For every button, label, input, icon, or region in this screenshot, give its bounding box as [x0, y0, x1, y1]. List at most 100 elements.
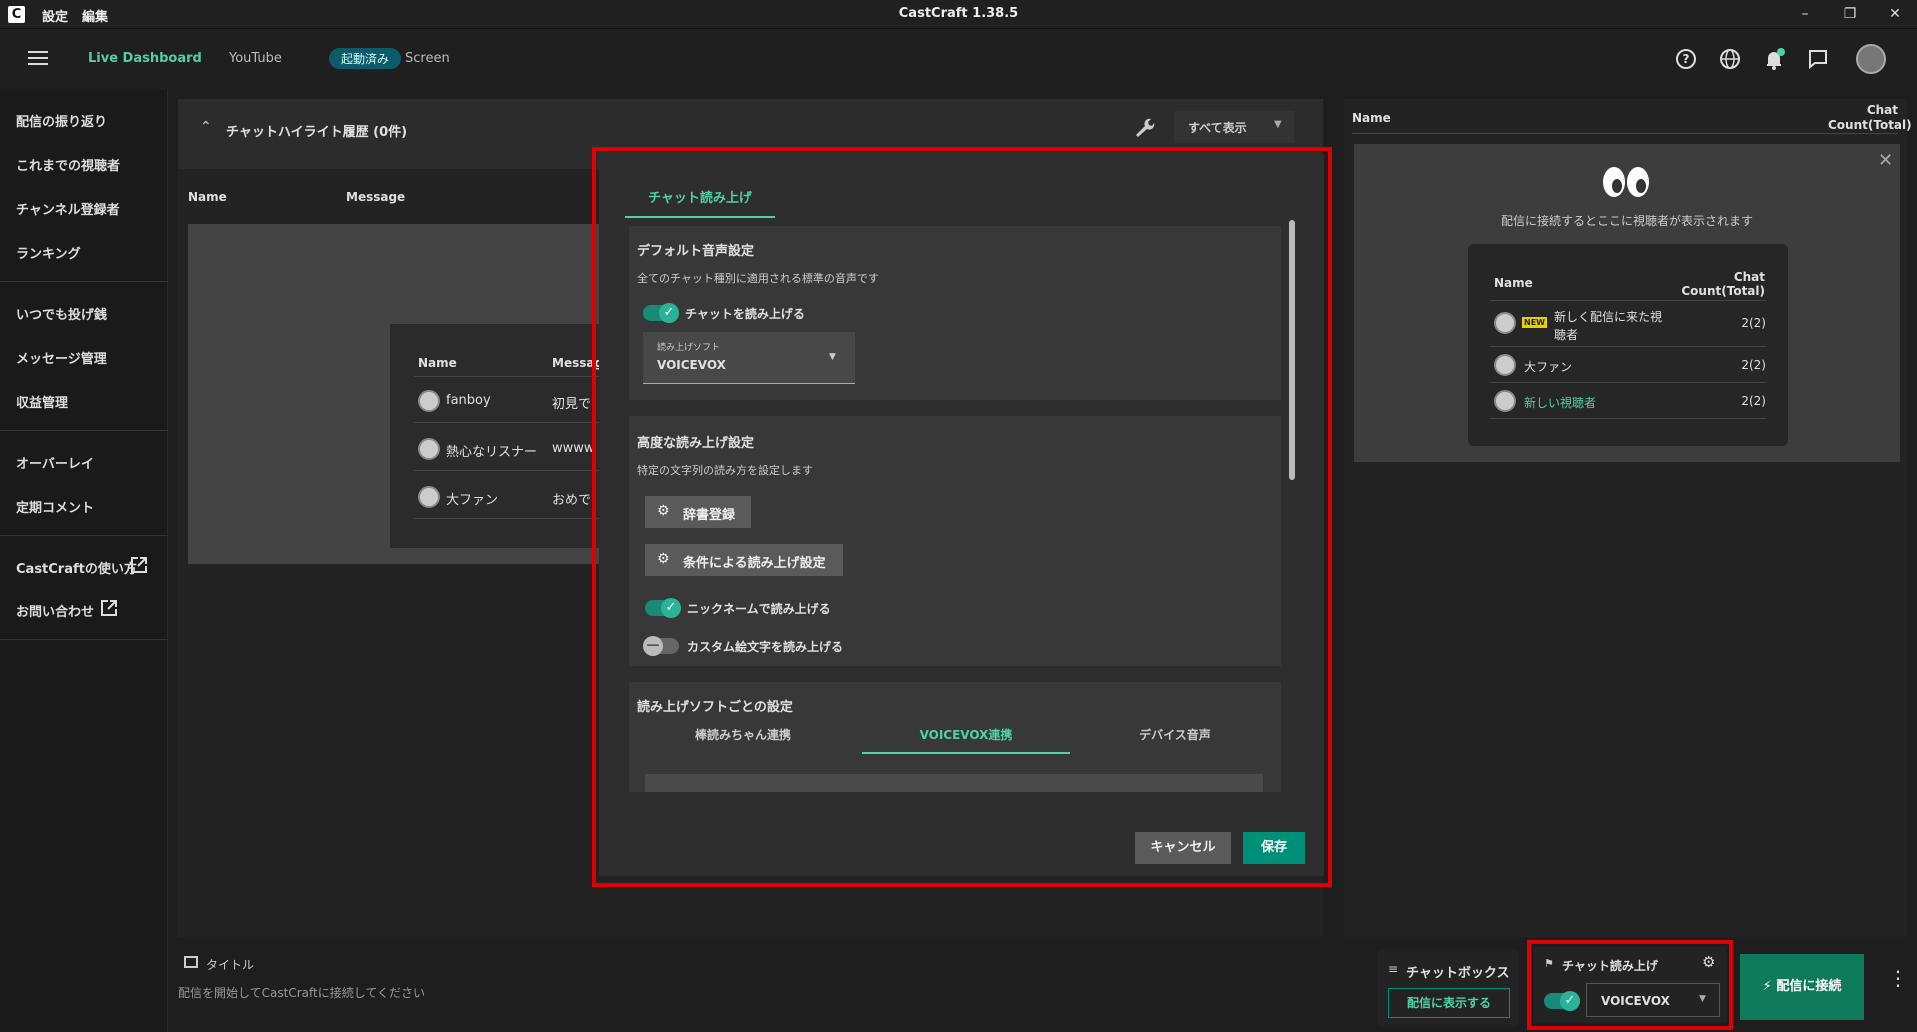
connect-stream-label: 配信に接続 — [1776, 979, 1842, 994]
chat-row-message: おめで — [552, 493, 592, 508]
window-title: CastCraft 1.38.5 — [898, 6, 1019, 21]
chat-row-name: 大ファン — [446, 493, 499, 508]
viewer-count: 2(2) — [1741, 316, 1766, 330]
tts-software-dropdown[interactable]: VOICEVOX ▼ — [1586, 983, 1720, 1017]
viewer-name: 新しく配信に来た視聴者 — [1554, 310, 1663, 342]
chat-row-name: fanboy — [446, 393, 491, 408]
tab-screen[interactable]: Screen — [405, 51, 450, 66]
user-avatar[interactable] — [1856, 44, 1886, 74]
divider — [1352, 133, 1898, 134]
sidebar-item-subscribers[interactable]: チャンネル登録者 — [16, 199, 120, 218]
gear-icon[interactable]: ⚙ — [1702, 953, 1715, 971]
check-icon: ✓ — [661, 598, 681, 618]
col-message: Message — [346, 190, 406, 204]
hamburger-icon[interactable] — [28, 51, 48, 65]
chat-icon[interactable] — [1806, 48, 1830, 72]
save-button[interactable]: 保存 — [1243, 832, 1305, 864]
minimize-icon[interactable]: – — [1787, 3, 1823, 25]
conditional-tts-button[interactable]: ⚙ 条件による読み上げ設定 — [645, 544, 843, 576]
viewers-col-count: Chat Count(Total) — [1828, 103, 1912, 132]
close-icon[interactable]: ✕ — [1877, 3, 1913, 25]
check-icon: ✓ — [659, 303, 679, 323]
tab-bouyomi[interactable]: 棒読みちゃん連携 — [639, 726, 847, 743]
demo-viewers-col-count: Chat Count(Total) — [1681, 270, 1765, 298]
tab-live-dashboard[interactable]: Live Dashboard — [88, 51, 202, 66]
tts-widget: ⚑ チャット読み上げ ⚙ ✓ VOICEVOX ▼ — [1534, 947, 1726, 1023]
chevron-up-icon[interactable]: ⌃ — [200, 119, 212, 135]
tab-youtube[interactable]: YouTube — [229, 51, 282, 66]
sidebar-item-periodic-comment[interactable]: 定期コメント — [16, 497, 94, 516]
close-icon[interactable]: ✕ — [1878, 150, 1893, 171]
viewer-name: 大ファン — [1524, 360, 1573, 374]
help-icon[interactable]: ? — [1674, 48, 1698, 72]
divider — [0, 535, 168, 536]
default-voice-title: デフォルト音声設定 — [637, 244, 755, 259]
divider — [0, 430, 168, 431]
select-label: 読み上げソフト — [657, 343, 721, 353]
show-all-select[interactable]: すべて表示 ▼ — [1174, 111, 1294, 143]
sidebar-item-past-viewers[interactable]: これまでの視聴者 — [16, 155, 120, 174]
col-name: Name — [188, 190, 227, 204]
avatar — [1494, 390, 1516, 412]
sidebar-item-anytime-tip[interactable]: いつでも投げ銭 — [16, 304, 107, 323]
caret-down-icon: ▼ — [1274, 119, 1282, 130]
viewer-name: 新しい視聴者 — [1524, 396, 1597, 410]
demo-col-name: Name — [418, 356, 457, 370]
avatar — [418, 438, 440, 460]
top-nav: Live Dashboard YouTube 起動済み Screen ? — [0, 29, 1917, 89]
show-on-stream-button[interactable]: 配信に表示する — [1388, 988, 1510, 1018]
tab-device-voice[interactable]: デバイス音声 — [1071, 726, 1279, 743]
title-label: タイトル — [206, 958, 255, 972]
sidebar-item-messages[interactable]: メッセージ管理 — [16, 348, 107, 367]
default-voice-desc: 全てのチャット種別に適用される標準の音声です — [637, 272, 879, 285]
tab-tts[interactable]: チャット読み上げ — [625, 187, 775, 206]
more-vert-icon[interactable]: ⋮ — [1888, 968, 1908, 988]
flag-icon: ⚑ — [1544, 957, 1554, 970]
connect-stream-button[interactable]: ⚡ 配信に接続 — [1740, 954, 1864, 1020]
emoji-label: カスタム絵文字を読み上げる — [687, 640, 844, 654]
bolt-icon: ⚡ — [1762, 979, 1772, 994]
viewer-count: 2(2) — [1741, 394, 1766, 408]
divider — [1490, 346, 1766, 347]
globe-icon[interactable] — [1718, 48, 1742, 72]
chat-row-name: 熱心なリスナー — [446, 445, 538, 460]
sidebar-item-review[interactable]: 配信の振り返り — [16, 111, 107, 130]
emoji-toggle[interactable]: — — [643, 636, 679, 656]
sidebar-item-overlay[interactable]: オーバーレイ — [16, 453, 94, 472]
software-settings-card: 読み上げソフトごとの設定 棒読みちゃん連携 VOICEVOX連携 デバイス音声 — [629, 682, 1281, 792]
sidebar-item-revenue[interactable]: 収益管理 — [16, 392, 68, 411]
chatbox-label: チャットボックス — [1406, 966, 1510, 981]
dictionary-button-label: 辞書登録 — [683, 508, 736, 523]
tab-indicator — [862, 752, 1070, 754]
avatar — [1494, 354, 1516, 376]
wrench-icon[interactable] — [1132, 115, 1156, 139]
gear-icon: ⚙ — [657, 551, 670, 567]
viewers-panel: Name Chat Count(Total) ✕ 配信に接続するとここに視聴者が… — [1344, 99, 1912, 937]
empty-state-card: ✕ 配信に接続するとここに視聴者が表示されます Name Chat Count(… — [1354, 144, 1900, 462]
avatar — [418, 486, 440, 508]
dictionary-button[interactable]: ⚙ 辞書登録 — [645, 496, 751, 528]
nickname-toggle[interactable]: ✓ — [645, 598, 681, 618]
scrollbar[interactable] — [1289, 220, 1295, 480]
tab-voicevox[interactable]: VOICEVOX連携 — [862, 726, 1070, 743]
viewers-col-name: Name — [1352, 111, 1391, 125]
sidebar-item-howto[interactable]: CastCraftの使い方 — [16, 558, 137, 577]
voicevox-settings-area — [645, 774, 1263, 792]
sidebar-item-contact[interactable]: お問い合わせ — [16, 601, 94, 620]
cancel-button[interactable]: キャンセル — [1135, 832, 1231, 864]
read-chat-toggle[interactable]: ✓ — [643, 303, 679, 323]
tts-software-select[interactable]: 読み上げソフト VOICEVOX ▼ — [643, 332, 855, 384]
tts-toggle[interactable]: ✓ — [1544, 991, 1580, 1011]
maximize-icon[interactable]: ❐ — [1832, 3, 1868, 25]
divider — [414, 470, 610, 471]
divider — [1490, 418, 1766, 419]
sidebar-item-ranking[interactable]: ランキング — [16, 243, 81, 262]
demo-chat-card: Name Message fanboy 初見で 熱心なリスナー wwww 大ファ… — [390, 324, 611, 548]
divider — [0, 639, 168, 640]
title-placeholder[interactable]: 配信を開始してCastCraftに接続してください — [178, 984, 425, 1001]
monitor-icon — [184, 956, 198, 968]
bell-icon[interactable] — [1762, 48, 1786, 72]
show-all-label: すべて表示 — [1188, 121, 1247, 135]
caret-down-icon: ▼ — [829, 352, 836, 362]
divider — [414, 376, 610, 377]
